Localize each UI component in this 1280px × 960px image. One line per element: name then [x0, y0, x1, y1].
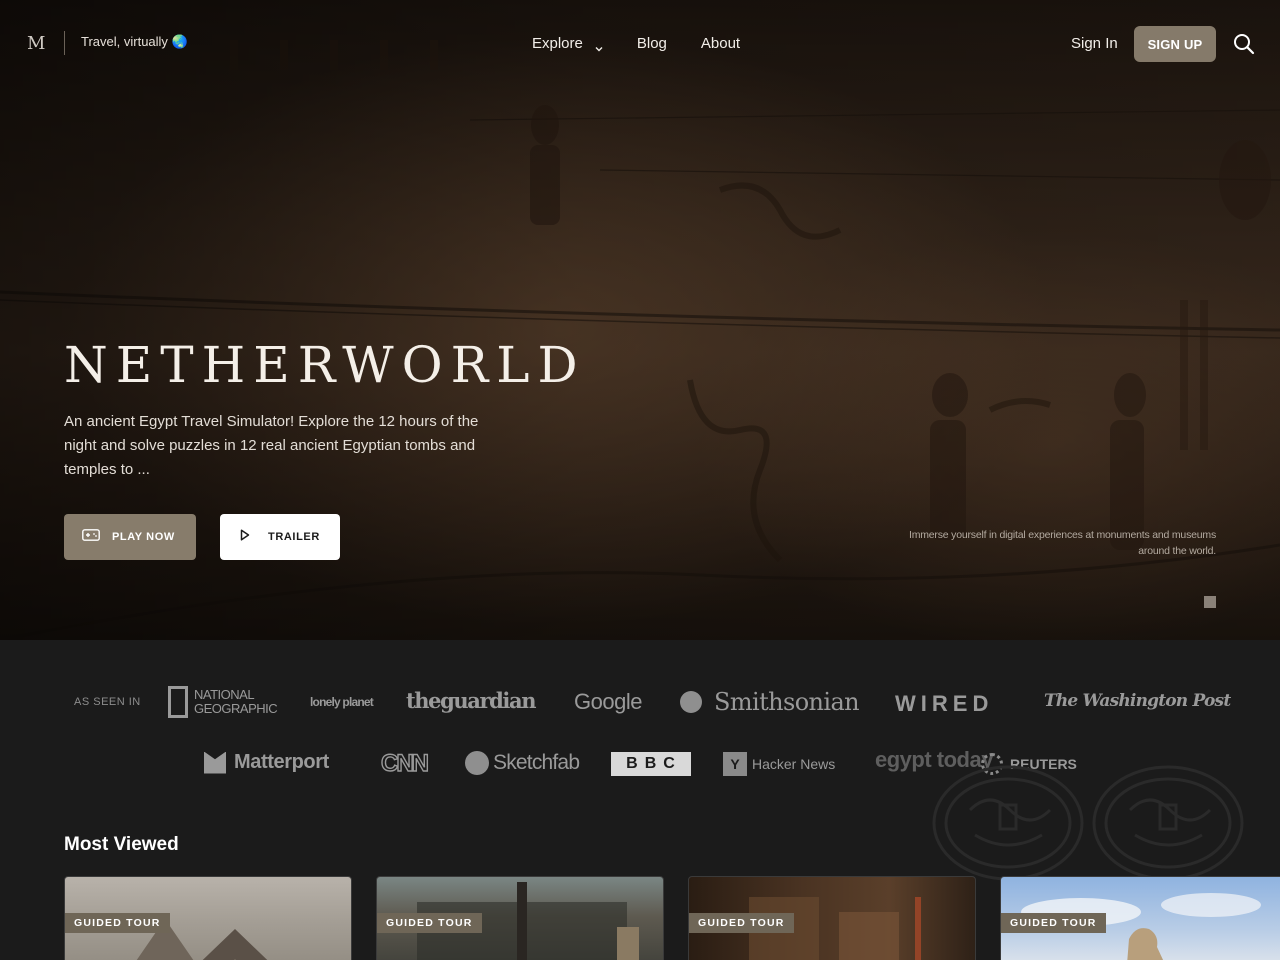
press-logo-text: theguardian — [406, 688, 536, 713]
press-logo-text: Sketchfab — [493, 751, 580, 774]
card-badge: GUIDED TOUR — [377, 913, 482, 933]
press-logo-hacker-news: Y Hacker News — [723, 752, 835, 776]
press-logo-text: Smithsonian — [714, 688, 860, 716]
brand-tagline: Travel, virtually 🌏 — [81, 34, 188, 49]
as-seen-in-label: AS SEEN IN — [74, 696, 141, 708]
tour-card[interactable]: GUIDED TOUR — [688, 876, 976, 960]
press-logo-text: lonely planet — [310, 695, 374, 709]
hero-banner: NETHERWORLD An ancient Egypt Travel Simu… — [0, 0, 1280, 640]
press-logo-text: NATIONAL GEOGRAPHIC — [194, 687, 278, 716]
nav-item-about[interactable]: About — [701, 35, 740, 52]
press-logo-wired: WIRED — [895, 691, 993, 717]
press-logo-smithsonian: Smithsonian — [680, 688, 860, 716]
press-logo-lonely-planet: lonely planet — [310, 695, 374, 709]
nav-item-blog[interactable]: Blog — [637, 35, 667, 52]
main-nav: Explore Blog About — [532, 35, 774, 52]
chevron-down-icon — [595, 40, 603, 51]
press-logo-text: CNN — [380, 749, 429, 777]
press-logo-text: WIRED — [895, 691, 994, 716]
card-badge: GUIDED TOUR — [65, 913, 170, 933]
press-logo-text: Hacker News — [752, 756, 836, 772]
tour-card[interactable]: GUIDED TOUR — [64, 876, 352, 960]
press-logo-the-guardian: theguardian — [406, 688, 536, 713]
decorative-seals — [932, 765, 1244, 881]
play-now-label: PLAY NOW — [112, 531, 175, 543]
trailer-label: TRAILER — [268, 531, 320, 543]
card-badge: GUIDED TOUR — [689, 913, 794, 933]
press-logo-washington-post: The Washington Post — [1044, 691, 1231, 711]
sign-in-link[interactable]: Sign In — [1071, 35, 1118, 52]
press-logo-text: Google — [574, 689, 642, 714]
trailer-button[interactable]: TRAILER — [220, 514, 340, 560]
play-icon — [240, 528, 250, 546]
press-logo-bbc: BBC — [611, 752, 691, 776]
most-viewed-heading: Most Viewed — [64, 834, 179, 855]
tour-card[interactable]: GUIDED TOUR — [376, 876, 664, 960]
top-navigation: M Travel, virtually 🌏 Explore Blog About… — [0, 0, 1280, 88]
press-logo-sketchfab: Sketchfab — [465, 751, 580, 775]
nav-item-label: Blog — [636, 35, 667, 52]
hero-title: NETHERWORLD — [64, 336, 586, 394]
press-logo-google: Google — [574, 689, 642, 715]
nav-item-label: About — [700, 35, 741, 52]
press-logo-matterport: Matterport — [204, 751, 329, 774]
nav-item-explore[interactable]: Explore — [532, 35, 603, 52]
sign-up-button[interactable]: SIGN UP — [1134, 26, 1216, 62]
gamepad-icon — [82, 528, 100, 546]
tour-card[interactable]: GUIDED TOUR — [1000, 876, 1280, 960]
logo-divider — [64, 31, 65, 55]
press-logo-national-geographic: NATIONAL GEOGRAPHIC — [168, 686, 278, 718]
play-now-button[interactable]: PLAY NOW — [64, 514, 196, 560]
search-icon[interactable] — [1232, 32, 1256, 56]
hero-caption: Immerse yourself in digital experiences … — [908, 529, 1216, 557]
slide-indicator[interactable] — [1204, 596, 1216, 608]
brand-logo[interactable]: M — [27, 33, 45, 54]
nav-item-label: Explore — [532, 35, 583, 52]
card-badge: GUIDED TOUR — [1001, 913, 1106, 933]
press-logo-cnn: CNN — [380, 749, 429, 778]
press-logo-text: The Washington Post — [1044, 691, 1231, 711]
hero-description: An ancient Egypt Travel Simulator! Explo… — [64, 413, 479, 478]
press-logo-text: BBC — [626, 755, 682, 772]
press-logo-text: Matterport — [234, 751, 329, 773]
